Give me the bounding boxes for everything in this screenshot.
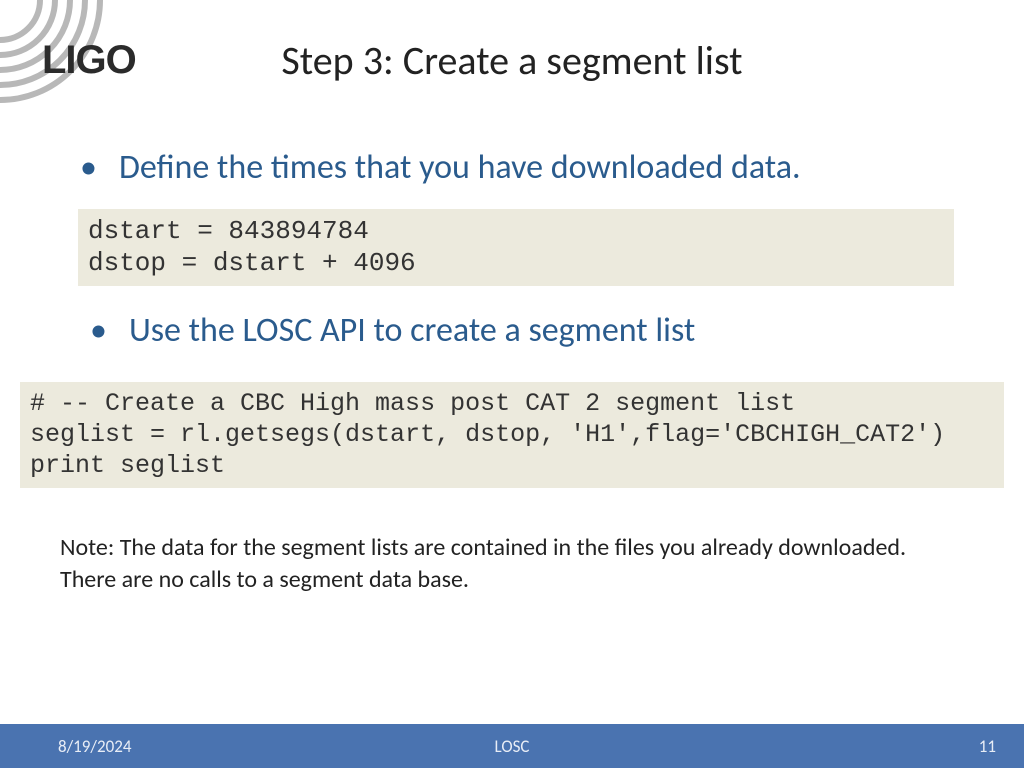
slide-content: • Define the times that you have downloa… (0, 145, 1024, 596)
bullet-dot-icon: • (80, 145, 97, 191)
footer-date: 8/19/2024 (58, 736, 131, 757)
note-text: Note: The data for the segment lists are… (60, 532, 954, 597)
slide: LIGO Step 3: Create a segment list • Def… (0, 0, 1024, 768)
bullet-1: • Define the times that you have downloa… (80, 145, 964, 191)
slide-title: Step 3: Create a segment list (0, 36, 1024, 85)
code-block-1: dstart = 843894784 dstop = dstart + 4096 (78, 209, 954, 286)
code-block-2: # -- Create a CBC High mass post CAT 2 s… (20, 382, 1004, 488)
footer-bar: 8/19/2024 LOSC 11 (0, 724, 1024, 768)
bullet-1-text: Define the times that you have downloade… (119, 145, 801, 191)
bullet-2: • Use the LOSC API to create a segment l… (90, 308, 964, 354)
footer-center: LOSC (0, 736, 1024, 757)
bullet-2-text: Use the LOSC API to create a segment lis… (129, 308, 695, 354)
bullet-dot-icon: • (90, 308, 107, 354)
footer-page: 11 (979, 736, 996, 757)
